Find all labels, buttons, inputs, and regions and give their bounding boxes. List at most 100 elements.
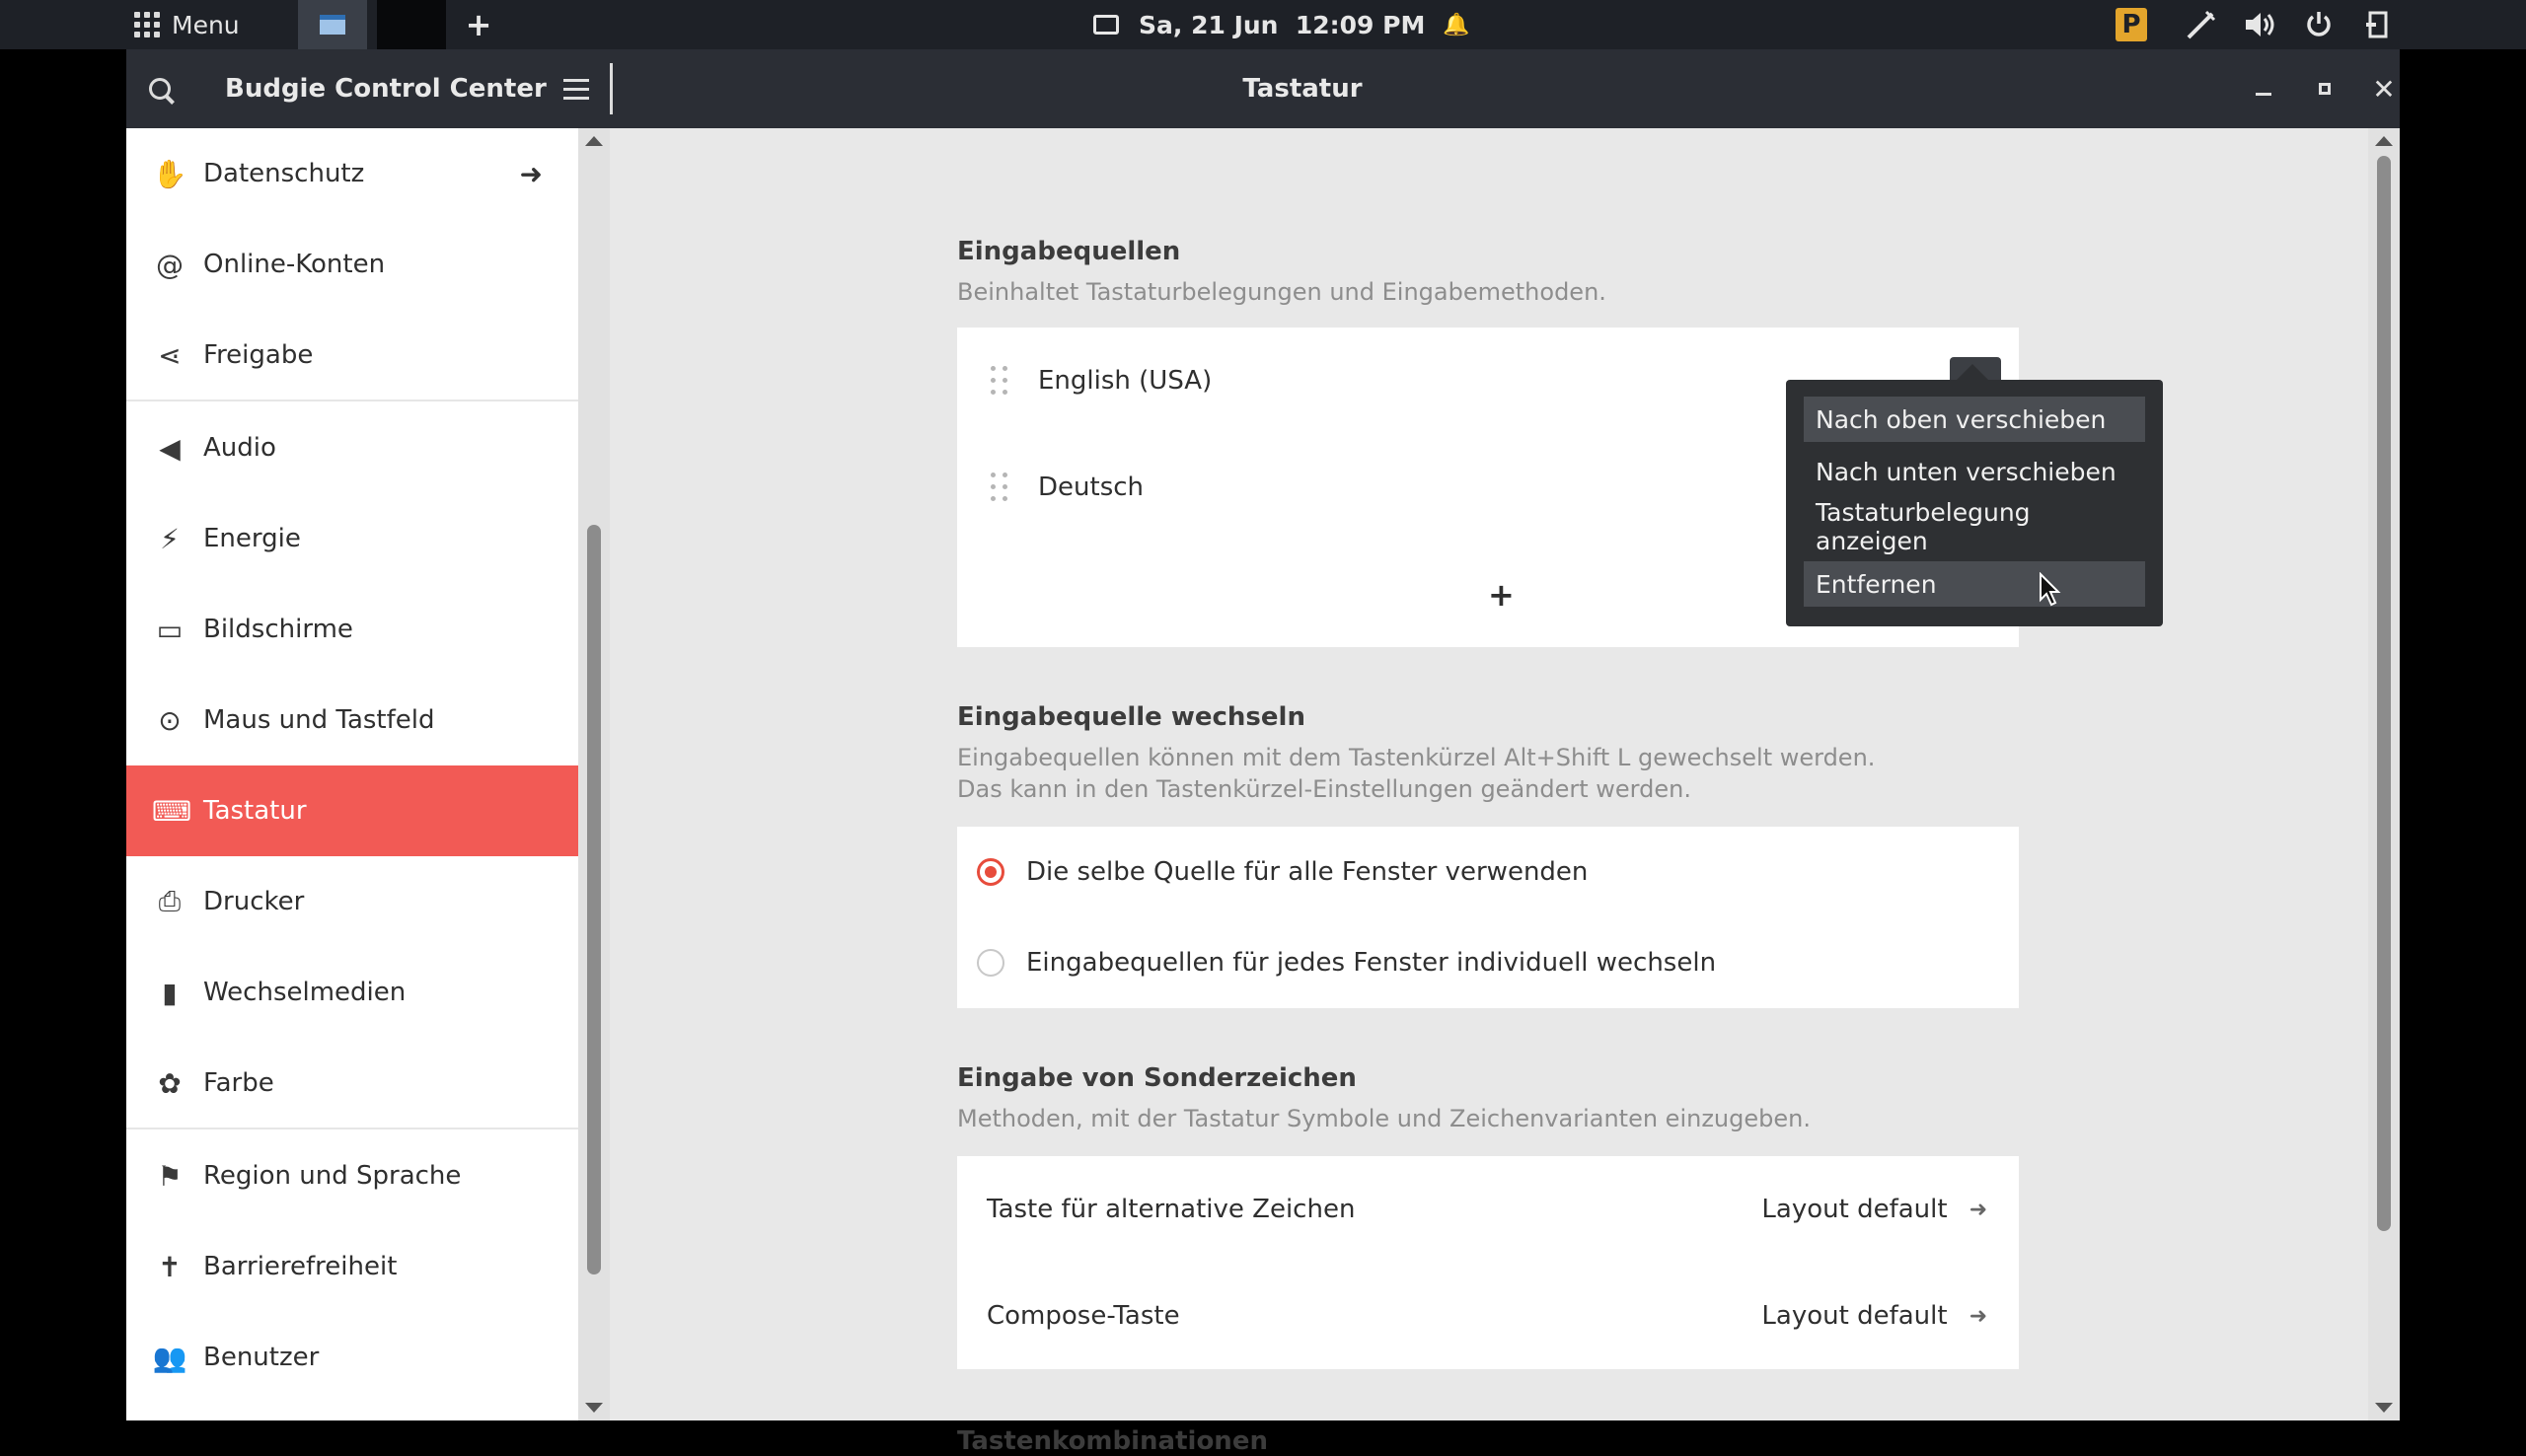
switch-source-title: Eingabequelle wechseln — [957, 702, 1305, 732]
sidebar-item-label: Datenschutz — [203, 159, 365, 188]
menu-item-move-down[interactable]: Nach unten verschieben — [1804, 449, 2145, 494]
hamburger-menu-button[interactable] — [557, 69, 596, 109]
sidebar-item-bildschirme[interactable]: ▭ Bildschirme — [126, 584, 578, 675]
source-context-menu: Nach oben verschieben Nach unten verschi… — [1786, 364, 2163, 626]
speaker-icon: ◀ — [159, 431, 181, 465]
taskbar-window[interactable] — [377, 0, 446, 49]
sidebar-item-wechselmedien[interactable]: ▮ Wechselmedien — [126, 947, 578, 1038]
shortcuts-title: Tastenkombinationen — [957, 1426, 1268, 1456]
notification-bell-icon[interactable]: 🔔 — [1443, 13, 1469, 37]
sidebar-item-energie[interactable]: ⚡ Energie — [126, 493, 578, 584]
scroll-up-icon[interactable] — [585, 136, 603, 146]
volume-icon[interactable] — [2244, 0, 2277, 49]
sidebar-item-label: Benutzer — [203, 1343, 320, 1372]
sidebar: ✋ Datenschutz ➜ @ Online-Konten ⋖ Freiga… — [126, 128, 578, 1420]
row-label: Compose-Taste — [987, 1301, 1180, 1331]
tray-p-indicator[interactable]: P — [2116, 0, 2147, 49]
row-value: Layout default ➜ — [1761, 1195, 1987, 1224]
clock-datetime: Sa, 21 Jun 12:09 PM — [1139, 10, 1426, 39]
sidebar-scroll-thumb[interactable] — [587, 525, 601, 1274]
sidebar-item-benutzer[interactable]: 👥 Benutzer — [126, 1312, 578, 1403]
sidebar-item-region-und-sprache[interactable]: ⚑ Region und Sprache — [126, 1130, 578, 1221]
sidebar-item-audio[interactable]: ◀ Audio — [126, 402, 578, 493]
menu-label: Menu — [172, 10, 240, 39]
radio-option-label: Die selbe Quelle für alle Fenster verwen… — [1026, 857, 1589, 887]
clock[interactable]: Sa, 21 Jun 12:09 PM 🔔 — [1093, 0, 1470, 49]
row-value-text: Layout default — [1761, 1195, 1948, 1224]
menu-button[interactable]: Menu — [134, 0, 240, 49]
share-icon: ⋖ — [158, 338, 182, 372]
content-scrollbar[interactable] — [2368, 128, 2400, 1420]
sidebar-scrollbar[interactable] — [578, 128, 610, 1420]
sidebar-item-label: Audio — [203, 433, 276, 463]
maximize-icon — [2319, 83, 2331, 95]
add-input-source-button[interactable]: + — [1488, 576, 1515, 614]
scroll-down-icon[interactable] — [2375, 1403, 2393, 1413]
header-separator — [610, 63, 613, 114]
sidebar-item-tastatur[interactable]: ⌨ Tastatur — [126, 765, 578, 856]
new-workspace-button[interactable]: + — [464, 0, 493, 49]
arrow-right-icon: ➜ — [519, 157, 543, 190]
taskbar-window-active[interactable] — [298, 0, 367, 49]
sidebar-divider — [126, 1128, 578, 1129]
close-button[interactable]: ✕ — [2364, 69, 2404, 109]
radio-option-per-window[interactable]: Eingabequellen für jedes Fenster individ… — [957, 917, 2019, 1008]
content-scroll-thumb[interactable] — [2377, 156, 2391, 1231]
sidebar-item-drucker[interactable]: ⎙ Drucker — [126, 856, 578, 947]
display-icon: ▭ — [156, 613, 184, 646]
sidebar-item-label: Farbe — [203, 1068, 274, 1098]
sidebar-item-datenschutz[interactable]: ✋ Datenschutz ➜ — [126, 128, 578, 219]
menu-item-remove[interactable]: Entfernen — [1804, 561, 2145, 607]
sidebar-item-label: Tastatur — [203, 796, 307, 826]
search-button[interactable] — [140, 69, 180, 109]
input-source-name: Deutsch — [1038, 473, 1145, 502]
color-icon: ✿ — [158, 1066, 182, 1100]
sidebar-item-freigabe[interactable]: ⋖ Freigabe — [126, 310, 578, 400]
menu-item-show-layout[interactable]: Tastaturbelegung anzeigen — [1804, 498, 2145, 555]
sidebar-item-label: Wechselmedien — [203, 978, 407, 1007]
sidebar-item-online-konten[interactable]: @ Online-Konten — [126, 219, 578, 310]
folder-icon — [1093, 15, 1119, 35]
sidebar-item-label: Region und Sprache — [203, 1161, 462, 1191]
settings-window: Budgie Control Center Tastatur ✕ ✋ Daten… — [126, 49, 2400, 1456]
sidebar-item-label: Freigabe — [203, 340, 314, 370]
hand-icon: ✋ — [152, 157, 187, 190]
alternate-chars-key-row[interactable]: Taste für alternative Zeichen Layout def… — [957, 1156, 2019, 1263]
radio-selected-icon[interactable] — [977, 858, 1004, 886]
radio-option-same-source[interactable]: Die selbe Quelle für alle Fenster verwen… — [957, 827, 2019, 917]
page-title: Tastatur — [1242, 74, 1363, 104]
input-source-name: English (USA) — [1038, 366, 1213, 396]
radio-unselected-icon[interactable] — [977, 949, 1004, 977]
accessibility-icon: ✝ — [158, 1250, 182, 1283]
minimize-button[interactable] — [2244, 69, 2283, 109]
power-icon[interactable] — [2305, 0, 2333, 49]
header-bar: Budgie Control Center Tastatur ✕ — [126, 49, 2400, 128]
users-icon: 👥 — [152, 1341, 187, 1374]
row-label: Taste für alternative Zeichen — [987, 1195, 1356, 1224]
sidebar-item-barrierefreiheit[interactable]: ✝ Barrierefreiheit — [126, 1221, 578, 1312]
at-icon: @ — [156, 248, 184, 281]
top-panel: Menu + Sa, 21 Jun 12:09 PM 🔔 P — [0, 0, 2526, 49]
p-app-icon: P — [2116, 8, 2147, 41]
switch-source-options: Die selbe Quelle für alle Fenster verwen… — [957, 827, 2019, 1008]
minimize-icon — [2256, 92, 2271, 96]
window-icon — [320, 15, 345, 35]
sidebar-item-maus-und-tastfeld[interactable]: ⊙ Maus und Tastfeld — [126, 675, 578, 765]
maximize-button[interactable] — [2305, 69, 2344, 109]
sidebar-item-farbe[interactable]: ✿ Farbe — [126, 1038, 578, 1128]
search-icon — [149, 78, 171, 100]
scroll-up-icon[interactable] — [2375, 136, 2393, 146]
pen-tool-icon[interactable] — [2185, 0, 2218, 49]
special-chars-subtitle: Methoden, mit der Tastatur Symbole und Z… — [957, 1105, 1811, 1132]
drag-handle-icon[interactable] — [991, 366, 1008, 396]
sidebar-item-label: Energie — [203, 524, 301, 553]
sidebar-item-label: Maus und Tastfeld — [203, 705, 435, 735]
sidebar-item-label: Online-Konten — [203, 250, 386, 279]
menu-item-move-up[interactable]: Nach oben verschieben — [1804, 397, 2145, 442]
compose-key-row[interactable]: Compose-Taste Layout default ➜ — [957, 1263, 2019, 1369]
input-sources-title: Eingabequellen — [957, 237, 1181, 266]
switch-source-subtitle-1: Eingabequellen können mit dem Tastenkürz… — [957, 744, 1876, 771]
drag-handle-icon[interactable] — [991, 473, 1008, 502]
logout-icon[interactable] — [2364, 0, 2390, 49]
scroll-down-icon[interactable] — [585, 1403, 603, 1413]
